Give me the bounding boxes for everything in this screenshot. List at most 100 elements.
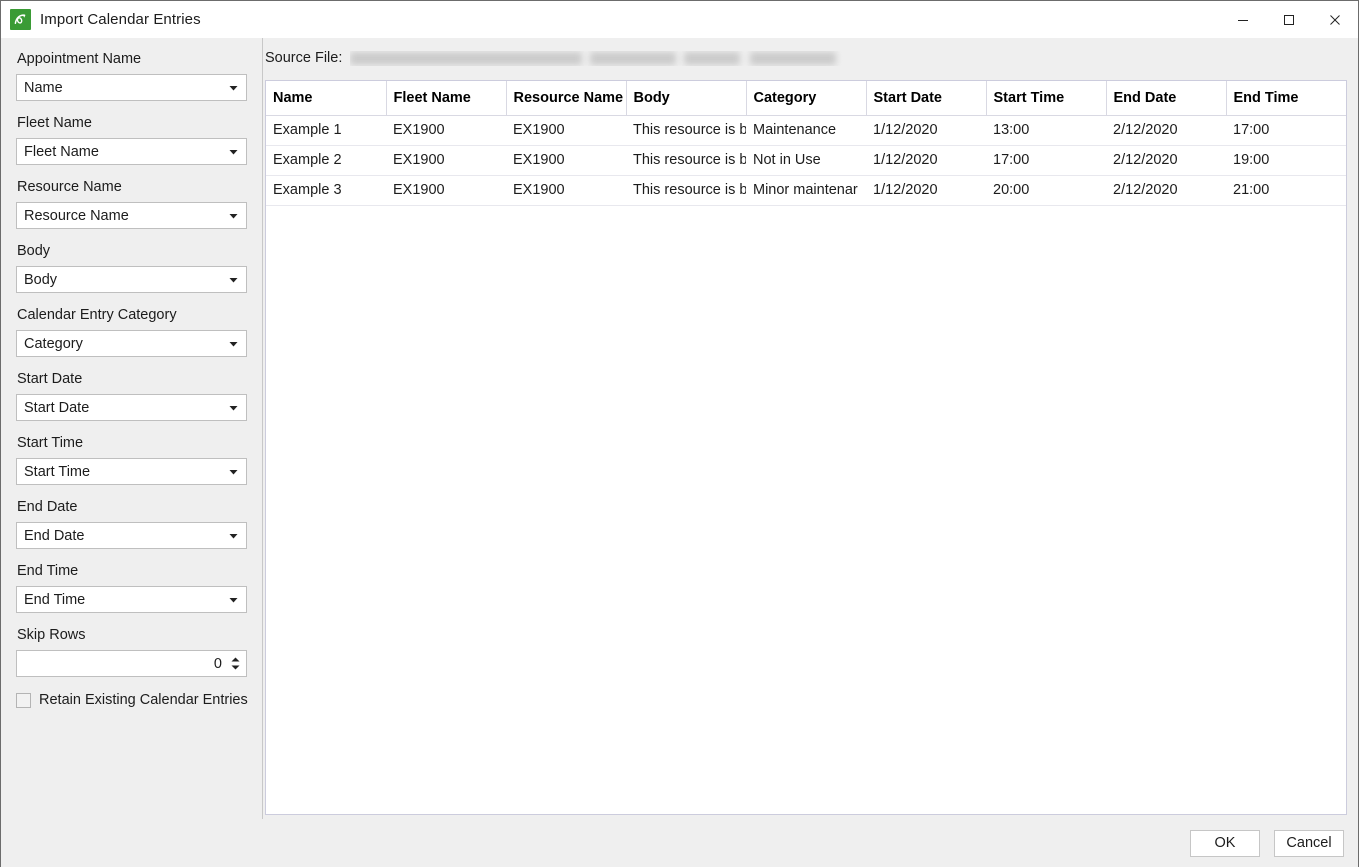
cell-fleet-name: EX1900 [386, 175, 506, 206]
cell-fleet-name: EX1900 [386, 115, 506, 146]
window-controls [1220, 1, 1358, 38]
preview-panel: Source File: Name Fleet Name Resource Na… [263, 38, 1358, 819]
label-fleet-name: Fleet Name [17, 115, 92, 131]
combo-fleet-name-value: Fleet Name [24, 143, 99, 160]
cell-end-time: 19:00 [1226, 145, 1346, 176]
dialog-body: Appointment Name Name Fleet Name Fleet N… [1, 38, 1358, 819]
preview-data-grid[interactable]: Name Fleet Name Resource Name Body Categ… [265, 80, 1347, 815]
label-start-time: Start Time [17, 435, 84, 451]
cell-end-date: 2/12/2020 [1106, 145, 1226, 176]
combo-resource-name-value: Resource Name [24, 207, 129, 224]
table-row[interactable]: Example 1 EX1900 EX1900 This resource is… [266, 115, 1346, 146]
cell-fleet-name: EX1900 [386, 145, 506, 176]
combo-appointment-name[interactable]: Name [16, 74, 247, 101]
source-file-row: Source File: [265, 50, 982, 66]
retain-existing-entries-checkbox-row[interactable]: Retain Existing Calendar Entries [16, 692, 248, 708]
maximize-button[interactable] [1266, 1, 1312, 38]
combo-end-time-value: End Time [24, 591, 86, 608]
combo-body-value: Body [24, 271, 58, 288]
label-resource-name: Resource Name [17, 179, 122, 195]
label-skip-rows: Skip Rows [17, 627, 86, 643]
label-body: Body [17, 243, 51, 259]
chevron-down-icon [229, 267, 238, 292]
column-header-end-date[interactable]: End Date [1106, 81, 1227, 116]
combo-start-date[interactable]: Start Date [16, 394, 247, 421]
combo-start-time[interactable]: Start Time [16, 458, 247, 485]
title-bar: Import Calendar Entries [1, 1, 1358, 38]
column-header-body[interactable]: Body [626, 81, 747, 116]
spinner-down-icon [231, 665, 239, 670]
cell-start-time: 17:00 [986, 145, 1106, 176]
cell-category: Minor maintenar [746, 175, 866, 206]
dialog-footer: OK Cancel [1, 819, 1358, 867]
cancel-button[interactable]: Cancel [1274, 829, 1344, 857]
combo-body[interactable]: Body [16, 266, 247, 293]
table-header-row: Name Fleet Name Resource Name Body Categ… [266, 81, 1346, 116]
cell-end-time: 17:00 [1226, 115, 1346, 146]
chevron-down-icon [229, 203, 238, 228]
cell-body: This resource is b [626, 115, 746, 146]
column-header-category[interactable]: Category [746, 81, 867, 116]
column-header-name[interactable]: Name [266, 81, 387, 116]
combo-end-time[interactable]: End Time [16, 586, 247, 613]
combo-calendar-entry-category[interactable]: Category [16, 330, 247, 357]
cell-end-time: 21:00 [1226, 175, 1346, 206]
combo-resource-name[interactable]: Resource Name [16, 202, 247, 229]
chevron-down-icon [229, 395, 238, 420]
cell-start-date: 1/12/2020 [866, 175, 986, 206]
column-header-resource-name[interactable]: Resource Name [506, 81, 627, 116]
app-logo-icon [10, 9, 31, 30]
skip-rows-stepper[interactable]: 0 [16, 650, 247, 677]
cell-start-time: 13:00 [986, 115, 1106, 146]
column-mapping-sidebar: Appointment Name Name Fleet Name Fleet N… [1, 38, 263, 819]
retain-existing-entries-checkbox[interactable] [16, 692, 31, 708]
chevron-down-icon [229, 331, 238, 356]
window-title: Import Calendar Entries [40, 11, 201, 28]
cell-body: This resource is b [626, 145, 746, 176]
table-row[interactable]: Example 2 EX1900 EX1900 This resource is… [266, 145, 1346, 176]
cell-name: Example 3 [266, 175, 386, 206]
column-header-end-time[interactable]: End Time [1226, 81, 1346, 116]
combo-start-time-value: Start Time [24, 463, 91, 480]
chevron-down-icon [229, 459, 238, 484]
combo-appointment-name-value: Name [24, 79, 63, 96]
combo-fleet-name[interactable]: Fleet Name [16, 138, 247, 165]
column-header-start-time[interactable]: Start Time [986, 81, 1107, 116]
cell-name: Example 1 [266, 115, 386, 146]
cell-body: This resource is b [626, 175, 746, 206]
cell-category: Maintenance [746, 115, 866, 146]
label-end-time: End Time [17, 563, 79, 579]
close-button[interactable] [1312, 1, 1358, 38]
preview-table: Name Fleet Name Resource Name Body Categ… [266, 81, 1346, 206]
cell-start-time: 20:00 [986, 175, 1106, 206]
ok-button[interactable]: OK [1190, 829, 1260, 857]
label-calendar-entry-category: Calendar Entry Category [17, 307, 177, 323]
cell-end-date: 2/12/2020 [1106, 175, 1226, 206]
source-file-label: Source File: [265, 50, 343, 66]
combo-start-date-value: Start Date [24, 399, 90, 416]
cell-name: Example 2 [266, 145, 386, 176]
retain-existing-entries-label: Retain Existing Calendar Entries [39, 692, 248, 708]
combo-end-date[interactable]: End Date [16, 522, 247, 549]
cell-end-date: 2/12/2020 [1106, 115, 1226, 146]
table-row[interactable]: Example 3 EX1900 EX1900 This resource is… [266, 175, 1346, 206]
chevron-down-icon [229, 587, 238, 612]
cell-resource-name: EX1900 [506, 115, 626, 146]
combo-calendar-entry-category-value: Category [24, 335, 83, 352]
import-calendar-entries-window: Import Calendar Entries Appointment Name… [0, 0, 1359, 867]
chevron-down-icon [229, 75, 238, 100]
cell-category: Not in Use [746, 145, 866, 176]
column-header-fleet-name[interactable]: Fleet Name [386, 81, 507, 116]
label-start-date: Start Date [17, 371, 83, 387]
spinner-up-icon [231, 657, 239, 662]
source-file-path-redacted [350, 51, 982, 66]
cell-start-date: 1/12/2020 [866, 115, 986, 146]
minimize-button[interactable] [1220, 1, 1266, 38]
label-end-date: End Date [17, 499, 78, 515]
cell-start-date: 1/12/2020 [866, 145, 986, 176]
column-header-start-date[interactable]: Start Date [866, 81, 987, 116]
skip-rows-spin-buttons [228, 653, 242, 674]
combo-end-date-value: End Date [24, 527, 85, 544]
cell-resource-name: EX1900 [506, 145, 626, 176]
chevron-down-icon [229, 523, 238, 548]
